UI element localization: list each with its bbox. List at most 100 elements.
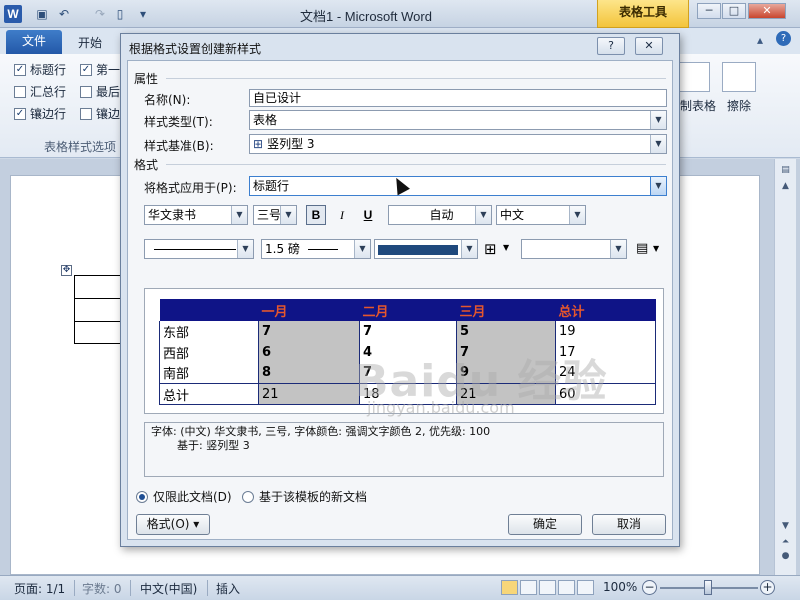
word-count[interactable]: 字数: 0 <box>82 580 122 597</box>
style-type-select[interactable]: 表格 ▼ <box>249 110 667 130</box>
preview-header-row: 一月 二月 三月 总计 <box>159 299 656 321</box>
chevron-down-icon[interactable]: ▼ <box>461 240 477 258</box>
border-color-swatch <box>378 244 458 255</box>
font-color-select[interactable]: 自动 ▼ <box>388 205 492 225</box>
table-move-handle-icon[interactable]: ✥ <box>61 265 72 276</box>
chevron-down-icon[interactable]: ▼ <box>653 244 659 253</box>
full-screen-reading-icon[interactable] <box>520 580 537 595</box>
page-indicator[interactable]: 页面: 1/1 <box>14 580 65 597</box>
option-banded-rows[interactable]: ✓ 镶边行 <box>14 105 66 122</box>
border-color-select[interactable]: ▼ <box>374 239 478 259</box>
chevron-down-icon[interactable]: ▼ <box>569 206 585 224</box>
doc-table-row[interactable] <box>74 298 126 321</box>
redo-icon[interactable]: ↷ <box>92 6 108 22</box>
ok-button[interactable]: 确定 <box>508 514 582 535</box>
help-icon[interactable]: ? <box>776 31 791 46</box>
style-based-on-select[interactable]: ⊞ 竖列型 3 ▼ <box>249 134 667 154</box>
checkbox-icon <box>80 85 92 98</box>
web-layout-icon[interactable] <box>539 580 556 595</box>
doc-table-row[interactable] <box>74 275 126 298</box>
font-size-value: 三号 <box>257 208 282 222</box>
scroll-up-icon[interactable]: ▲ <box>778 179 793 193</box>
chevron-down-icon[interactable]: ▼ <box>610 240 626 258</box>
word-logo-icon[interactable]: W <box>4 5 22 23</box>
customize-qat-icon[interactable]: ▾ <box>135 6 151 22</box>
name-field[interactable]: 自已设计 <box>249 89 667 107</box>
table-style-icon: ⊞ <box>253 137 264 151</box>
zoom-slider-thumb[interactable] <box>704 580 712 595</box>
vertical-scrollbar[interactable]: ▤ ▲ ▼ ⏶ ● <box>774 159 796 575</box>
save-icon[interactable]: ▣ <box>34 6 50 22</box>
border-style-select[interactable]: ▼ <box>144 239 254 259</box>
close-window-button[interactable]: ✕ <box>748 3 786 19</box>
minimize-button[interactable]: ─ <box>697 3 721 19</box>
option-header-row[interactable]: ✓ 标题行 <box>14 61 66 78</box>
draft-view-icon[interactable] <box>577 580 594 595</box>
print-layout-view-icon[interactable] <box>501 580 518 595</box>
new-document-icon[interactable]: ▯ <box>112 6 128 22</box>
chevron-down-icon[interactable]: ▼ <box>650 135 666 153</box>
maximize-button[interactable]: □ <box>722 3 746 19</box>
radio-new-documents[interactable]: 基于该模板的新文档 <box>242 488 367 505</box>
draw-table-label[interactable]: 制表格 <box>680 97 716 114</box>
style-based-on-value: 竖列型 3 <box>267 137 315 151</box>
chevron-down-icon[interactable]: ▼ <box>354 240 370 258</box>
italic-button[interactable]: I <box>332 205 352 225</box>
apply-to-select[interactable]: 标题行 ▼ <box>249 176 667 196</box>
chevron-down-icon[interactable]: ▼ <box>650 111 666 129</box>
radio-this-document[interactable]: 仅限此文档(D) <box>136 488 232 505</box>
zoom-level[interactable]: 100% <box>603 580 637 594</box>
option-first-column[interactable]: ✓ 第一 <box>80 61 120 78</box>
insert-mode[interactable]: 插入 <box>216 580 240 597</box>
tab-file[interactable]: 文件 <box>6 30 62 54</box>
eraser-icon[interactable] <box>722 62 756 92</box>
border-weight-select[interactable]: 1.5 磅 ▼ <box>261 239 371 259</box>
style-description: 字体: (中文) 华文隶书, 三号, 字体颜色: 强调文字颜色 2, 优先级: … <box>144 422 664 477</box>
chevron-down-icon[interactable]: ▼ <box>475 206 491 224</box>
divider <box>207 580 208 596</box>
doc-table-row[interactable] <box>74 321 126 344</box>
draw-table-icon[interactable] <box>676 62 710 92</box>
option-last-column[interactable]: 最后 <box>80 83 120 100</box>
zoom-in-icon[interactable]: + <box>760 580 775 595</box>
eraser-label[interactable]: 擦除 <box>727 97 751 114</box>
font-size-select[interactable]: 三号 ▼ <box>253 205 297 225</box>
format-menu-button[interactable]: 格式(O) ▾ <box>136 514 210 535</box>
window-title: 文档1 - Microsoft Word <box>300 9 432 24</box>
option-total-row[interactable]: 汇总行 <box>14 83 66 100</box>
ruler-toggle-icon[interactable]: ▤ <box>778 163 793 177</box>
chevron-down-icon[interactable]: ▼ <box>650 177 666 195</box>
minimize-ribbon-icon[interactable]: ▴ <box>757 33 763 47</box>
watermark-url: jingyan.baidu.com <box>367 398 515 417</box>
bold-button[interactable]: B <box>306 205 326 225</box>
font-name-select[interactable]: 华文隶书 ▼ <box>144 205 248 225</box>
underline-button[interactable]: U <box>358 205 378 225</box>
dialog-close-button[interactable]: ✕ <box>635 37 663 55</box>
tab-home[interactable]: 开始 <box>78 34 102 51</box>
browse-object-icon[interactable]: ● <box>778 549 793 563</box>
chevron-down-icon[interactable]: ▼ <box>503 243 509 252</box>
undo-icon[interactable]: ↶ <box>56 6 72 22</box>
previous-page-icon[interactable]: ⏶ <box>778 535 793 549</box>
language-indicator[interactable]: 中文(中国) <box>140 580 197 597</box>
option-banded-columns[interactable]: 镶边 <box>80 105 120 122</box>
chevron-down-icon[interactable]: ▼ <box>231 206 247 224</box>
cancel-button[interactable]: 取消 <box>592 514 666 535</box>
table-tools-context-tab[interactable]: 表格工具 <box>597 0 689 28</box>
option-label: 镶边 <box>96 107 121 121</box>
border-weight-value: 1.5 磅 <box>265 242 300 256</box>
scroll-down-icon[interactable]: ▼ <box>778 519 793 533</box>
chevron-down-icon[interactable]: ▼ <box>237 240 253 258</box>
outline-view-icon[interactable] <box>558 580 575 595</box>
dialog-help-button[interactable]: ? <box>597 37 625 55</box>
preview-header-cell: 二月 <box>359 299 457 321</box>
shading-select[interactable]: ▼ <box>521 239 627 259</box>
alignment-icon[interactable]: ▤ <box>636 241 648 256</box>
chevron-down-icon[interactable]: ▼ <box>280 206 296 224</box>
borders-icon[interactable]: ⊞ <box>484 241 497 257</box>
font-name-value: 华文隶书 <box>148 208 197 222</box>
line-weight-icon <box>307 249 338 250</box>
script-select[interactable]: 中文 ▼ <box>496 205 586 225</box>
preview-row: 东部 7 7 5 19 <box>159 321 656 342</box>
zoom-out-icon[interactable]: − <box>642 580 657 595</box>
